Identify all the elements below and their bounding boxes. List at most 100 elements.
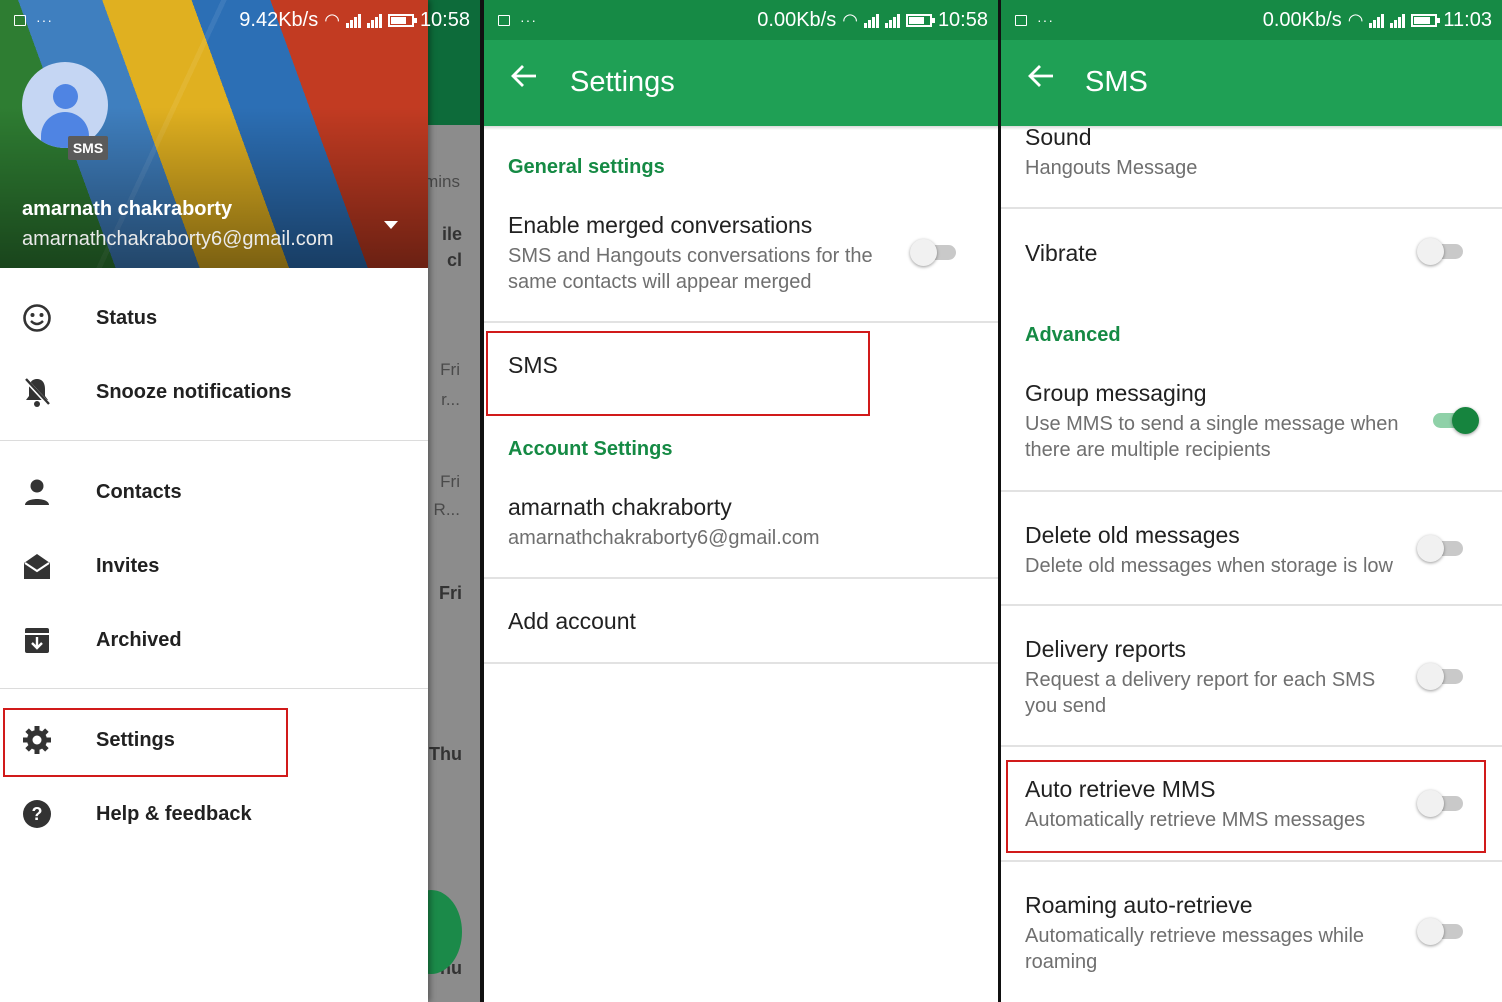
pref-delivery-reports[interactable]: Delivery reports Request a delivery repo… (1025, 636, 1375, 719)
pref-title: Add account (508, 608, 636, 634)
back-arrow-icon[interactable] (1027, 62, 1055, 90)
drawer-item-settings[interactable]: Settings (0, 708, 428, 772)
background-fragment: Fri (440, 360, 460, 379)
drawer-item-label: Snooze notifications (96, 380, 292, 403)
pref-summary: Delete old messages when storage is low (1025, 555, 1393, 577)
group-messaging-switch[interactable] (1429, 404, 1479, 436)
sms-badge: SMS (68, 136, 108, 160)
pref-title: amarnath chakraborty (508, 494, 732, 520)
divider (1001, 860, 1502, 862)
network-speed: 0.00Kb/s (757, 8, 837, 31)
pref-summary: SMS and Hangouts conversations for the s… (508, 245, 873, 293)
drawer-item-help-feedback[interactable]: ? Help & feedback (0, 782, 428, 846)
signal-icon (1369, 12, 1385, 28)
pref-enable-merged-conversations[interactable]: Enable merged conversations SMS and Hang… (508, 212, 888, 295)
pref-summary: amarnathchakraborty6@gmail.com (508, 527, 820, 549)
drawer-item-label: Settings (96, 728, 175, 751)
signal-icon-2 (366, 12, 382, 28)
drawer-item-invites[interactable]: Invites (0, 534, 428, 598)
roaming-auto-retrieve-switch[interactable] (1417, 915, 1467, 947)
pref-group-messaging[interactable]: Group messaging Use MMS to send a single… (1025, 380, 1399, 463)
image-notification-icon (1015, 14, 1027, 26)
battery-icon (387, 13, 417, 27)
account-name: amarnath chakraborty (22, 198, 233, 220)
network-speed: 9.42Kb/s (239, 8, 319, 31)
pref-title: Auto retrieve MMS (1025, 776, 1216, 802)
section-header-account: Account Settings (508, 438, 673, 460)
background-fragment: Fri (438, 583, 462, 603)
divider (484, 577, 998, 579)
background-fragment: Fri (440, 472, 460, 491)
background-fragment: r... (441, 390, 460, 409)
svg-text:?: ? (32, 804, 43, 824)
more-notifications-icon: ··· (36, 12, 53, 28)
back-arrow-icon[interactable] (510, 62, 538, 90)
page-title: SMS (1085, 66, 1148, 98)
pref-title: SMS (508, 352, 558, 378)
pref-account[interactable]: amarnath chakraborty amarnathchakraborty… (508, 494, 820, 551)
wifi-icon: ◠ (324, 9, 340, 30)
sms-settings-screen: SMS ··· 0.00Kb/s ◠ 11:03 Sound Hangouts … (1001, 0, 1502, 1002)
drawer-item-status[interactable]: Status (0, 286, 428, 350)
pref-roaming-auto-retrieve[interactable]: Roaming auto-retrieve Automatically retr… (1025, 892, 1364, 975)
signal-icon (345, 12, 361, 28)
drawer-item-contacts[interactable]: Contacts (0, 460, 428, 524)
signal-icon-2 (1390, 12, 1406, 28)
auto-retrieve-mms-switch[interactable] (1417, 787, 1467, 819)
pref-delete-old-messages[interactable]: Delete old messages Delete old messages … (1025, 522, 1393, 579)
section-header-advanced: Advanced (1025, 324, 1121, 346)
bell-off-icon (0, 376, 96, 408)
navigation-drawer-screen: mins ile cl Fri r... Fri R... Fri Thu nu… (0, 0, 480, 1002)
pref-summary: Request a delivery report for each SMS y… (1025, 669, 1376, 717)
pref-summary: Automatically retrieve MMS messages (1025, 809, 1366, 831)
archive-icon (0, 625, 96, 655)
status-time: 10:58 (937, 8, 988, 31)
more-notifications-icon: ··· (520, 12, 537, 28)
pref-summary: Use MMS to send a single message when th… (1025, 413, 1399, 461)
delivery-reports-switch[interactable] (1417, 660, 1467, 692)
status-bar: ··· 0.00Kb/s ◠ 11:03 (1001, 0, 1502, 40)
merged-conversations-switch[interactable] (910, 236, 960, 268)
background-fragment: R... (433, 500, 460, 519)
divider (1001, 207, 1502, 209)
pref-title: Sound (1025, 124, 1092, 150)
pref-auto-retrieve-mms[interactable]: Auto retrieve MMS Automatically retrieve… (1025, 776, 1365, 833)
battery-icon (1411, 13, 1441, 27)
gear-icon (0, 725, 96, 755)
account-switcher-caret-icon[interactable] (384, 221, 398, 229)
pref-vibrate[interactable]: Vibrate (1025, 240, 1097, 267)
status-time: 11:03 (1443, 8, 1492, 31)
delete-old-messages-switch[interactable] (1417, 532, 1467, 564)
pref-add-account[interactable]: Add account (508, 608, 636, 635)
signal-icon-2 (884, 12, 900, 28)
battery-icon (905, 13, 935, 27)
pref-sms[interactable]: SMS (508, 352, 558, 379)
divider (1001, 604, 1502, 606)
image-notification-icon (498, 14, 510, 26)
pref-sound[interactable]: Sound Hangouts Message (1025, 124, 1197, 181)
drawer-item-archived[interactable]: Archived (0, 608, 428, 672)
drawer-item-snooze-notifications[interactable]: Snooze notifications (0, 360, 428, 424)
divider (1001, 490, 1502, 492)
signal-icon (863, 12, 879, 28)
wifi-icon: ◠ (842, 9, 858, 30)
divider (484, 662, 998, 664)
drawer-header: SMS amarnath chakraborty amarnathchakrab… (0, 0, 428, 268)
help-icon: ? (0, 799, 96, 829)
settings-screen: Settings ··· 0.00Kb/s ◠ 10:58 General se… (484, 0, 998, 1002)
pref-title: Group messaging (1025, 380, 1207, 406)
background-fragment: mins (424, 172, 460, 191)
pref-title: Delivery reports (1025, 636, 1187, 662)
status-time: 10:58 (419, 8, 470, 31)
drawer-item-label: Status (96, 306, 158, 329)
pref-summary: Automatically retrieve messages while ro… (1025, 925, 1365, 973)
more-notifications-icon: ··· (1037, 12, 1054, 28)
drawer-divider (0, 440, 428, 441)
vibrate-switch[interactable] (1417, 235, 1467, 267)
pref-title: Delete old messages (1025, 522, 1240, 548)
wifi-icon: ◠ (1347, 9, 1364, 30)
background-fragment: ile (441, 224, 462, 244)
drawer-item-label: Archived (96, 628, 182, 651)
page-title: Settings (570, 66, 675, 98)
section-header-general: General settings (508, 156, 665, 178)
